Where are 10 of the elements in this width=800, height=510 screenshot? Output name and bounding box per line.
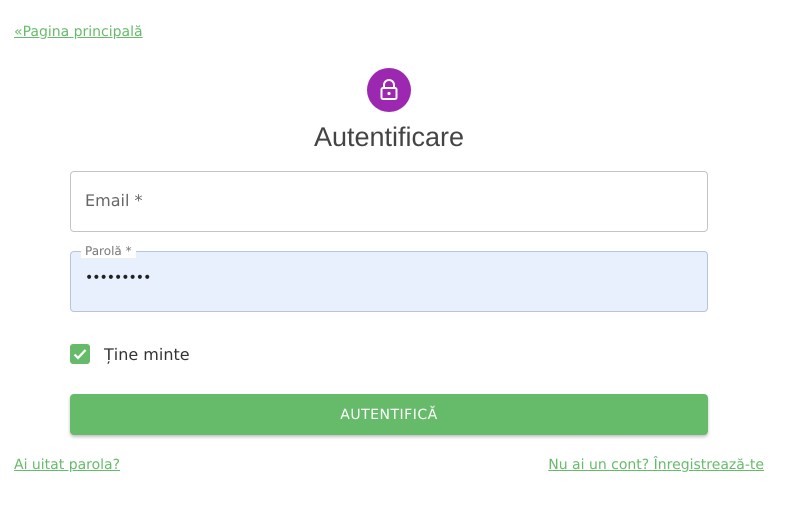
login-button[interactable]: AUTENTIFICĂ — [70, 394, 708, 435]
page-title: Autentificare — [314, 122, 464, 153]
forgot-password-link[interactable]: Ai uitat parola? — [14, 457, 120, 473]
lock-icon — [367, 68, 411, 112]
checkbox[interactable] — [70, 344, 90, 364]
home-link[interactable]: «Pagina principală — [14, 24, 143, 40]
text-field[interactable]: Email * — [70, 171, 708, 232]
checkbox-label: Ține minte — [104, 344, 190, 364]
register-link[interactable]: Nu ai un cont? Înregistrează-te — [548, 457, 764, 473]
text-field[interactable]: Parolă * ••••••••• — [70, 244, 708, 312]
